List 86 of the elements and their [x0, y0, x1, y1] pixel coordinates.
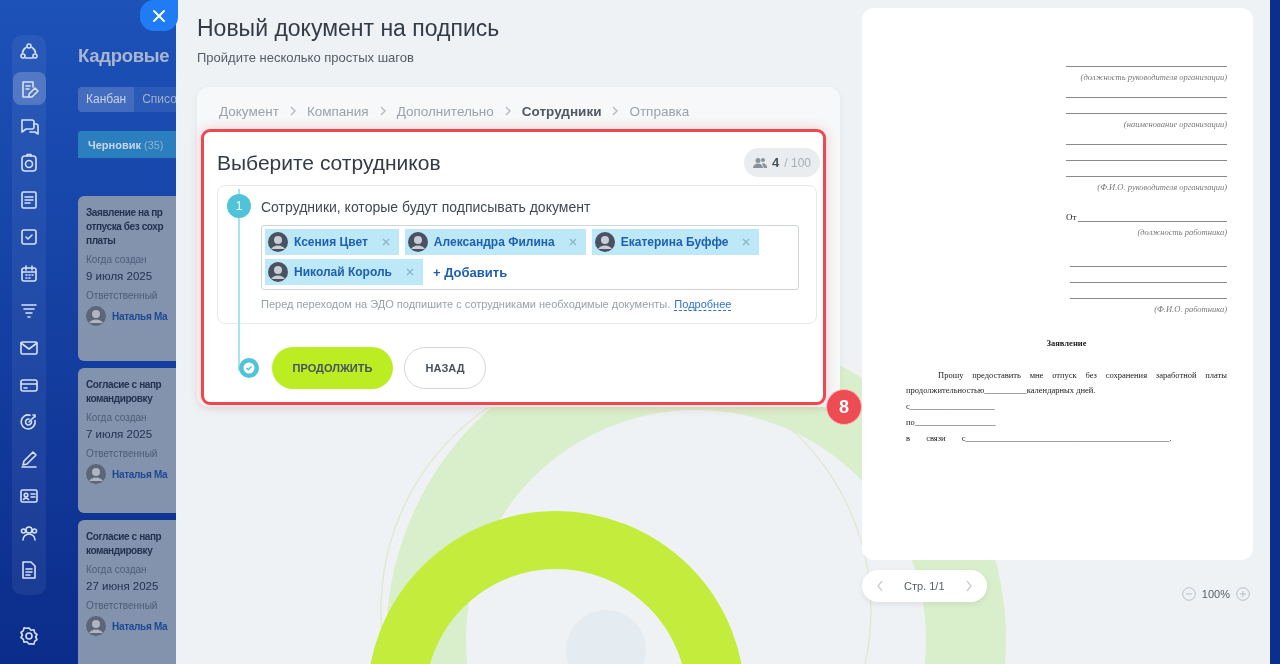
created-date: 7 июля 2025 [86, 427, 154, 442]
checkbox-icon [19, 226, 39, 247]
document-line: по___________________ [906, 416, 997, 429]
view-tab[interactable]: Канбан [78, 87, 135, 112]
employee-field[interactable]: Ксения Цвет Александра Филина Екатерина Буффе Николай Король + Добавить [261, 225, 799, 290]
close-icon [152, 8, 166, 23]
avatar-icon [407, 232, 428, 252]
chevron-icon [503, 106, 512, 116]
page-indicator: Стр. 1/1 [904, 580, 945, 592]
person-link[interactable]: Наталья Ма [112, 620, 168, 632]
chevron-icon [378, 106, 387, 116]
hint-text: Перед переходом на ЭДО подпишите с сотрудниками необходимые документы. [261, 298, 671, 310]
card-title: Заявление на пр отпуска без сохр платы [86, 206, 165, 248]
nodes-icon [19, 41, 39, 62]
field-caption: (наименование организации) [1122, 119, 1227, 129]
field-caption: (Ф.И.О. руководителя организации) [1096, 182, 1227, 192]
step-number: 1 [227, 194, 251, 218]
zoom-in-icon [1236, 587, 1250, 601]
remove-icon [742, 238, 751, 246]
remove-icon [568, 238, 577, 246]
person-link[interactable]: Наталья Ма [112, 468, 168, 480]
card-title: Согласие с напр командировку [86, 530, 163, 558]
panel-title: Новый документ на подпись [197, 14, 501, 43]
chevron-icon [288, 106, 297, 116]
page-title: Кадровые [78, 44, 171, 68]
created-date: 27 июня 2025 [86, 579, 160, 594]
remove-icon [381, 238, 390, 246]
pen-icon [19, 448, 39, 469]
employee-tag[interactable]: Александра Филина [404, 229, 586, 255]
from-label: От [1066, 212, 1077, 222]
employee-tag[interactable]: Екатерина Буффе [591, 229, 760, 255]
target-icon [19, 411, 39, 432]
field-caption: (должность руководителя организации) [1079, 72, 1227, 82]
counter-value: 4 [772, 155, 780, 170]
employee-name: Екатерина Буффе [620, 235, 729, 249]
field-caption: (Ф.И.О. работника) [1153, 304, 1227, 314]
document-pen-icon [19, 78, 39, 99]
document-icon [19, 559, 39, 580]
panel-subtitle: Пройдите несколько простых шагов [197, 49, 415, 67]
avatar-icon [268, 262, 288, 282]
zoom-level: 100% [1201, 588, 1230, 600]
column-name: Черновик [88, 138, 141, 151]
close-button[interactable] [140, 0, 178, 31]
card-title: Согласие с напр командировку [86, 378, 163, 406]
breadcrumb-step[interactable]: Дополнительно [396, 103, 494, 119]
sidebar-item[interactable] [12, 72, 46, 105]
person-link[interactable]: Наталья Ма [112, 310, 168, 322]
list-icon [19, 189, 39, 210]
employee-name: Ксения Цвет [294, 235, 368, 249]
chevron-left-icon [876, 580, 884, 592]
zoom-out-icon [1181, 587, 1196, 601]
remove-icon [405, 268, 414, 276]
avatar-icon [268, 232, 288, 252]
column-count: (35) [143, 138, 164, 151]
avatar-icon [86, 464, 106, 484]
breadcrumb-step[interactable]: Сотрудники [521, 103, 602, 119]
document-paragraph: Прошу предоставить мне отпуск без сохранения заработной платы продолжительностью__________календарных дней. [906, 369, 1227, 397]
people-icon [753, 156, 768, 169]
section-title: Выберите сотрудников [217, 149, 441, 176]
employee-tag[interactable]: Ксения Цвет [265, 229, 399, 255]
employee-name: Николай Король [294, 265, 392, 279]
chevron-right-icon [964, 580, 973, 592]
chevron-icon [611, 106, 620, 116]
step-label: Сотрудники, которые будут подписывать документ [261, 198, 592, 217]
details-link[interactable]: Подробнее [674, 298, 732, 311]
check-circle-icon [239, 358, 259, 378]
avatar-icon [86, 306, 106, 326]
calendar-icon [19, 263, 39, 284]
camera-icon [19, 152, 39, 173]
back-button[interactable]: НАЗАД [404, 347, 486, 389]
settings-icon [19, 626, 39, 646]
breadcrumb-step[interactable]: Отправка [629, 103, 690, 119]
created-date: 9 июля 2025 [86, 269, 154, 284]
employee-name: Александра Филина [433, 235, 555, 249]
document-heading: Заявление [1045, 338, 1088, 348]
field-caption: (должность работника) [1136, 227, 1227, 237]
breadcrumb-step[interactable]: Документ [219, 103, 279, 119]
document-line: в связи с________________________________________________. [906, 432, 1173, 445]
counter-limit: / 100 [784, 155, 811, 170]
document-line: с____________________ [906, 400, 996, 413]
add-link[interactable]: + Добавить [432, 264, 508, 280]
breadcrumb-step[interactable]: Компания [306, 103, 369, 119]
avatar-icon [86, 616, 106, 636]
avatar-icon [594, 232, 615, 252]
continue-button[interactable]: ПРОДОЛЖИТЬ [272, 347, 393, 389]
employee-tag[interactable]: Николай Король [265, 259, 423, 285]
